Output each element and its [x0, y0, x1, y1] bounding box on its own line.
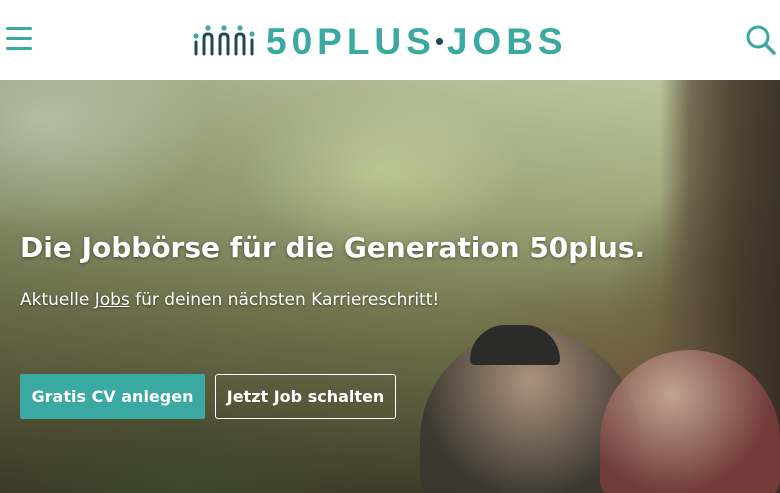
hero-overlay — [0, 80, 780, 493]
jobs-link[interactable]: Jobs — [95, 290, 130, 310]
post-job-button[interactable]: Jetzt Job schalten — [215, 374, 396, 419]
logo-wordmark: 50PLUS JOBS — [266, 22, 568, 62]
logo-text-right: JOBS — [446, 21, 568, 62]
search-icon-glyph — [746, 25, 776, 55]
menu-bar-top — [6, 27, 32, 30]
menu-bar-middle — [6, 37, 32, 40]
logo-separator-dot — [435, 37, 443, 45]
hero-title: Die Jobbörse für die Generation 50plus. — [20, 231, 646, 264]
site-logo[interactable]: 50PLUS JOBS — [192, 22, 592, 62]
hero-subtitle-before: Aktuelle — [20, 290, 95, 310]
search-icon[interactable] — [745, 24, 777, 56]
hero-subtitle: Aktuelle Jobs für deinen nächsten Karrie… — [20, 288, 439, 312]
create-cv-button[interactable]: Gratis CV anlegen — [20, 374, 205, 419]
hero-subtitle-after: für deinen nächsten Karriereschritt! — [129, 290, 440, 310]
logo-text-left: 50PLUS — [266, 21, 436, 62]
site-header: 50PLUS JOBS — [0, 0, 780, 80]
hero-section — [0, 80, 780, 493]
menu-bar-bottom — [6, 47, 32, 50]
people-wave-logo-icon — [193, 25, 255, 56]
hamburger-menu-icon[interactable] — [6, 27, 33, 51]
